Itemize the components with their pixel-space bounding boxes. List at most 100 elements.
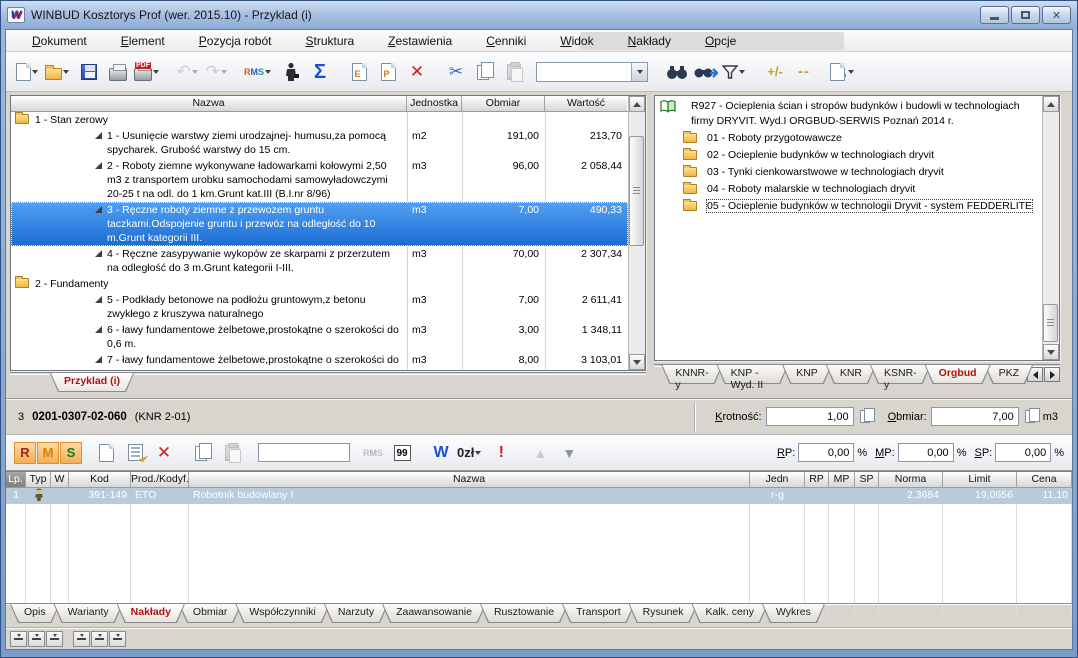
- catalog-scrollbar[interactable]: [1042, 96, 1059, 360]
- bottom-tab-rysunek[interactable]: Rysunek: [629, 604, 698, 623]
- resources-column-header-jedn[interactable]: Jedn: [750, 472, 805, 488]
- resource-row[interactable]: 1391-149ETORobotnik budowlany Ir-g2,3684…: [6, 488, 1072, 504]
- copy-button[interactable]: [472, 58, 498, 86]
- bottom-tab-kalkceny[interactable]: Kalk. ceny: [692, 604, 768, 623]
- filter-button[interactable]: [722, 58, 749, 86]
- catalog-tab-pkz[interactable]: PKZ: [985, 365, 1033, 384]
- dropdown-caret-icon[interactable]: [265, 70, 271, 74]
- dropdown-caret-icon[interactable]: [475, 451, 481, 455]
- delete-button[interactable]: ✕: [404, 58, 430, 86]
- menu-item-struktura[interactable]: Struktura: [295, 32, 364, 50]
- column-header-nazwa[interactable]: Nazwa: [11, 96, 407, 111]
- bottom-tab-opis[interactable]: Opis: [10, 604, 60, 623]
- plus-minus-button[interactable]: +/-: [762, 58, 788, 86]
- rms-search-resource-button[interactable]: RMS: [360, 439, 386, 467]
- catalog-tree-item[interactable]: 01 - Roboty przygotowawcze: [655, 130, 1042, 146]
- tab-przyklad[interactable]: Przyklad (i): [50, 373, 134, 392]
- resource-search-input[interactable]: [258, 443, 350, 462]
- catalog-tree-item[interactable]: 04 - Roboty malarskie w technologiach dr…: [655, 181, 1042, 197]
- quick-search-combo[interactable]: [536, 62, 648, 82]
- catalog-tab-knp[interactable]: KNP: [782, 365, 832, 384]
- menu-item-nakady[interactable]: Nakłady: [618, 32, 681, 50]
- dropdown-caret-icon[interactable]: [739, 70, 745, 74]
- catalog-tab-orgbud[interactable]: Orgbud: [925, 365, 991, 384]
- bottom-tab-transport[interactable]: Transport: [562, 604, 635, 623]
- cut-button[interactable]: ✂: [443, 58, 469, 86]
- scroll-up-button[interactable]: [1043, 96, 1059, 112]
- redo-button[interactable]: ↷: [205, 58, 231, 86]
- new-document-button[interactable]: [16, 58, 42, 86]
- rp-input[interactable]: [798, 443, 854, 462]
- scrollbar-thumb[interactable]: [1043, 304, 1058, 342]
- bottom-tab-nakady[interactable]: Nakłady: [117, 604, 185, 623]
- resources-column-header-rp[interactable]: RP: [805, 472, 829, 488]
- rms-search-button[interactable]: RMS: [244, 58, 275, 86]
- catalog-tree-item[interactable]: 02 - Ocieplenie budynków w technologiach…: [655, 147, 1042, 163]
- dashes-button[interactable]: --: [791, 58, 817, 86]
- move-down-button[interactable]: ▼: [556, 439, 582, 467]
- resources-column-header-kod[interactable]: Kod: [69, 472, 131, 488]
- bottom-tab-zaawansowanie[interactable]: Zaawansowanie: [382, 604, 486, 623]
- dropdown-caret-icon[interactable]: [848, 70, 854, 74]
- menu-item-opcje[interactable]: Opcje: [695, 32, 746, 50]
- tab-scroll-right-button[interactable]: [1044, 367, 1060, 382]
- paste-resource-button[interactable]: [219, 439, 245, 467]
- dropdown-caret-icon[interactable]: [63, 70, 69, 74]
- resources-column-header-lp[interactable]: Lp.: [6, 472, 26, 488]
- bottom-tab-obmiar[interactable]: Obmiar: [179, 604, 241, 623]
- scroll-down-button[interactable]: [629, 354, 645, 370]
- estimate-group-row[interactable]: 1 - Stan zerowy: [11, 112, 628, 128]
- resources-column-header-prodkodyf[interactable]: Prod./Kodyf.: [131, 472, 189, 488]
- estimate-item-row[interactable]: 3 - Ręczne roboty ziemne z przewozem gru…: [11, 202, 628, 246]
- bottom-tab-warianty[interactable]: Warianty: [54, 604, 123, 623]
- maximize-button[interactable]: [1011, 6, 1040, 24]
- r-toggle-button[interactable]: R: [14, 442, 36, 464]
- quick-search-input[interactable]: [537, 63, 631, 81]
- dropdown-caret-icon[interactable]: [153, 70, 159, 74]
- paste-button[interactable]: [501, 58, 527, 86]
- sp-input[interactable]: [995, 443, 1051, 462]
- catalog-tab-knnry[interactable]: KNNR-y: [661, 365, 722, 384]
- resources-column-header-cena[interactable]: Cena: [1017, 472, 1072, 488]
- estimate-item-row[interactable]: 6 - ławy fundamentowe żelbetowe,prostoką…: [11, 322, 628, 352]
- scroll-down-button[interactable]: [1043, 344, 1059, 360]
- menu-item-pozycjarobt[interactable]: Pozycja robót: [189, 32, 282, 50]
- catalog-tab-knpwydii[interactable]: KNP - Wyd. II: [717, 365, 789, 384]
- resources-column-header-typ[interactable]: Typ: [26, 472, 51, 488]
- scroll-up-button[interactable]: [629, 96, 645, 112]
- estimate-item-row[interactable]: 4 - Ręczne zasypywanie wykopów ze skarpa…: [11, 246, 628, 276]
- pane-resize-button[interactable]: [73, 631, 90, 647]
- resources-column-header-limit[interactable]: Limit: [943, 472, 1017, 488]
- insert-from-catalog-button[interactable]: [830, 58, 858, 86]
- titlebar[interactable]: W WINBUD Kosztorys Prof (wer. 2015.10) -…: [1, 1, 1077, 29]
- menu-item-zestawienia[interactable]: Zestawienia: [378, 32, 462, 50]
- catalog-root-item[interactable]: R927 - Ocieplenia ścian i stropów budynk…: [655, 99, 1042, 129]
- resources-column-header-nazwa[interactable]: Nazwa: [189, 472, 750, 488]
- price-base-button[interactable]: 99: [389, 439, 415, 467]
- print-pdf-button[interactable]: PDF: [134, 58, 163, 86]
- catalog-tab-knr[interactable]: KNR: [826, 365, 876, 384]
- open-document-button[interactable]: [45, 58, 73, 86]
- menu-item-dokument[interactable]: Dokument: [22, 32, 97, 50]
- sum-button[interactable]: Σ: [307, 58, 333, 86]
- estimate-item-row[interactable]: 5 - Podkłady betonowe na podłożu gruntow…: [11, 292, 628, 322]
- minimize-button[interactable]: [980, 6, 1009, 24]
- pane-resize-button[interactable]: [91, 631, 108, 647]
- resources-column-header-w[interactable]: W: [51, 472, 69, 488]
- resources-column-header-norma[interactable]: Norma: [879, 472, 943, 488]
- undo-button[interactable]: ↶: [176, 58, 202, 86]
- column-header-wartosc[interactable]: Wartość: [545, 96, 627, 111]
- resources-column-header-sp[interactable]: SP: [855, 472, 879, 488]
- position-button[interactable]: P: [375, 58, 401, 86]
- column-header-obmiar[interactable]: Obmiar: [462, 96, 545, 111]
- print-button[interactable]: [105, 58, 131, 86]
- bottom-tab-wykres[interactable]: Wykres: [762, 604, 825, 623]
- bottom-tab-rusztowanie[interactable]: Rusztowanie: [480, 604, 568, 623]
- estimate-item-row[interactable]: 7 - ławy fundamentowe żelbetowe,prostoką…: [11, 352, 628, 370]
- estimator-button[interactable]: [278, 58, 304, 86]
- copy-krotnosc-icon[interactable]: [860, 410, 870, 423]
- delete-resource-button[interactable]: ✕: [151, 439, 177, 467]
- bottom-tab-narzuty[interactable]: Narzuty: [324, 604, 388, 623]
- find-next-button[interactable]: [693, 58, 719, 86]
- w-button[interactable]: W: [428, 439, 454, 467]
